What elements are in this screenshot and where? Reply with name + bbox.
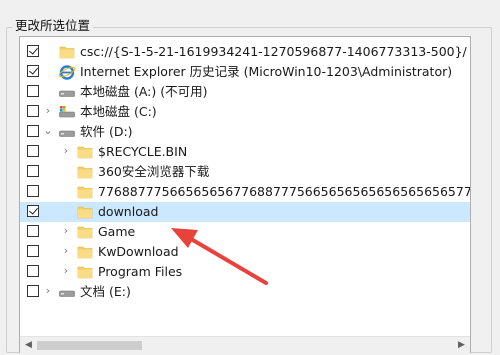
drive-icon <box>58 123 76 141</box>
collapse-chevron-icon[interactable]: ⌄ <box>42 124 54 138</box>
scrollbar-thumb[interactable] <box>37 341 142 350</box>
expand-chevron-icon[interactable]: › <box>60 144 72 158</box>
tree-item-label: Program Files <box>98 264 183 279</box>
tree-checkbox[interactable] <box>27 65 39 77</box>
tree-item-label: 360安全浏览器下载 <box>98 164 210 179</box>
folder-icon <box>76 203 94 221</box>
tree-item-label: KwDownload <box>98 244 179 259</box>
folder-icon <box>76 243 94 261</box>
tree-checkbox[interactable] <box>27 45 39 57</box>
tree-item-label: Game <box>98 224 136 239</box>
tree-item-label: 7768877756656565677688777566565656565656… <box>98 184 471 199</box>
tree-row[interactable]: download <box>20 202 470 222</box>
expand-chevron-icon[interactable]: › <box>60 264 72 278</box>
tree-item-label: Internet Explorer 历史记录 (MicroWin10-1203\… <box>80 64 453 79</box>
tree-row[interactable]: › Program Files <box>20 262 470 282</box>
expand-chevron-icon[interactable]: › <box>60 224 72 238</box>
expand-chevron-icon[interactable]: › <box>42 284 54 298</box>
tree-checkbox[interactable] <box>27 85 39 97</box>
tree-checkbox[interactable] <box>27 205 39 217</box>
location-tree: csc://{S-1-5-21-1619934241-1270596877-14… <box>20 42 470 302</box>
tree-checkbox[interactable] <box>27 125 39 137</box>
tree-checkbox[interactable] <box>27 285 39 297</box>
tree-row[interactable]: › $RECYCLE.BIN <box>20 142 470 162</box>
tree-item-label: $RECYCLE.BIN <box>98 144 188 159</box>
tree-item-label: 本地磁盘 (C:) <box>80 104 157 119</box>
tree-row[interactable]: › 文档 (E:) <box>20 282 470 302</box>
location-tree-list[interactable]: csc://{S-1-5-21-1619934241-1270596877-14… <box>19 36 471 353</box>
expand-chevron-icon[interactable]: › <box>42 104 54 118</box>
tree-row[interactable]: csc://{S-1-5-21-1619934241-1270596877-14… <box>20 42 470 62</box>
scroll-left-arrow[interactable]: ◀ <box>20 337 37 354</box>
tree-row[interactable]: › KwDownload <box>20 242 470 262</box>
folder-icon <box>76 143 94 161</box>
tree-row[interactable]: › 本地磁盘 (C:) <box>20 102 470 122</box>
folder-icon <box>76 183 94 201</box>
group-title: 更改所选位置 <box>12 18 94 34</box>
tree-item-label: 本地磁盘 (A:) (不可用) <box>80 84 208 99</box>
drive-icon <box>58 283 76 301</box>
tree-row[interactable]: Internet Explorer 历史记录 (MicroWin10-1203\… <box>20 62 470 82</box>
tree-item-label: csc://{S-1-5-21-1619934241-1270596877-14… <box>80 44 467 59</box>
tree-row[interactable]: › Game <box>20 222 470 242</box>
tree-item-label: 软件 (D:) <box>80 124 133 139</box>
tree-checkbox[interactable] <box>27 245 39 257</box>
system-drive-icon <box>58 103 76 121</box>
tree-row[interactable]: 360安全浏览器下载 <box>20 162 470 182</box>
scroll-right-arrow[interactable]: ▶ <box>453 337 470 354</box>
tree-checkbox[interactable] <box>27 185 39 197</box>
checkmark-icon <box>29 205 38 215</box>
tree-checkbox[interactable] <box>27 145 39 157</box>
folder-icon <box>76 223 94 241</box>
drive-icon <box>58 83 76 101</box>
folder-icon <box>76 263 94 281</box>
checkmark-icon <box>29 45 38 55</box>
tree-row[interactable]: ⌄ 软件 (D:) <box>20 122 470 142</box>
tree-checkbox[interactable] <box>27 165 39 177</box>
checkmark-icon <box>29 65 38 75</box>
tree-checkbox[interactable] <box>27 105 39 117</box>
folder-icon <box>58 43 76 61</box>
tree-item-label: 文档 (E:) <box>80 284 131 299</box>
folder-icon <box>76 163 94 181</box>
internet-explorer-icon <box>58 63 76 81</box>
tree-row[interactable]: 本地磁盘 (A:) (不可用) <box>20 82 470 102</box>
tree-item-label: download <box>98 204 159 219</box>
tree-row[interactable]: 7768877756656565677688777566565656565656… <box>20 182 470 202</box>
tree-checkbox[interactable] <box>27 265 39 277</box>
expand-chevron-icon[interactable]: › <box>60 244 72 258</box>
tree-checkbox[interactable] <box>27 225 39 237</box>
horizontal-scrollbar[interactable]: ◀ ▶ <box>20 336 470 354</box>
